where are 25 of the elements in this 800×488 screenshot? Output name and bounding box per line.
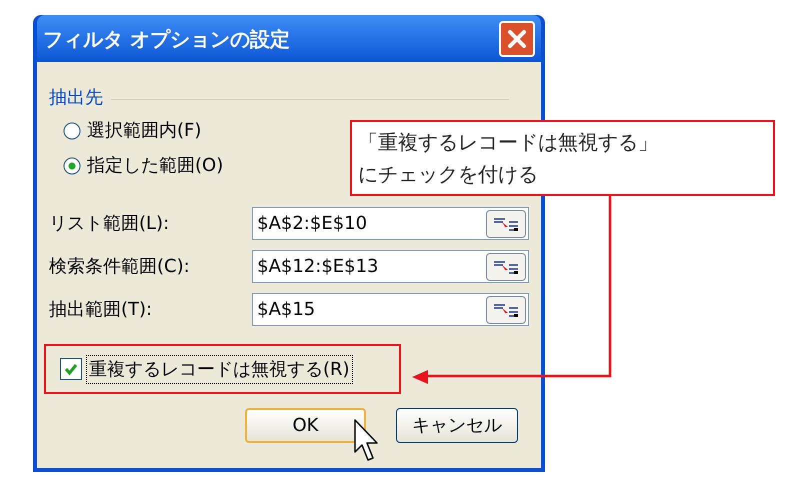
close-icon bbox=[506, 28, 528, 50]
range-field[interactable]: $A$12:$E$13 bbox=[252, 250, 529, 283]
checkbox[interactable] bbox=[60, 358, 82, 380]
ok-button[interactable]: OK bbox=[245, 408, 366, 443]
field-label: 抽出範囲(T): bbox=[49, 298, 154, 322]
checkmark-icon bbox=[63, 361, 79, 377]
callout-text: 「重複するレコードは無視する」 にチェックを付ける bbox=[358, 129, 659, 188]
radio-button[interactable] bbox=[63, 156, 81, 174]
range-select-icon bbox=[493, 216, 519, 232]
radio-label: 選択範囲内(F) bbox=[87, 119, 202, 143]
field-label: リスト範囲(L): bbox=[49, 212, 170, 236]
group-label: 抽出先 bbox=[49, 86, 103, 110]
radio-button[interactable] bbox=[63, 122, 81, 140]
collapse-dialog-button[interactable] bbox=[486, 210, 526, 238]
range-field[interactable]: $A$2:$E$10 bbox=[252, 207, 529, 240]
collapse-dialog-button[interactable] bbox=[486, 252, 526, 280]
collapse-dialog-button[interactable] bbox=[486, 296, 526, 324]
field-label: 検索条件範囲(C): bbox=[49, 255, 191, 279]
range-field[interactable]: $A$15 bbox=[252, 293, 529, 326]
close-button[interactable] bbox=[499, 20, 535, 56]
radio-label: 指定した範囲(O) bbox=[87, 154, 224, 178]
cancel-button[interactable]: キャンセル bbox=[396, 408, 518, 443]
window-title: フィルタ オプションの設定 bbox=[43, 26, 290, 52]
range-select-icon bbox=[493, 258, 519, 274]
range-select-icon bbox=[493, 302, 519, 318]
